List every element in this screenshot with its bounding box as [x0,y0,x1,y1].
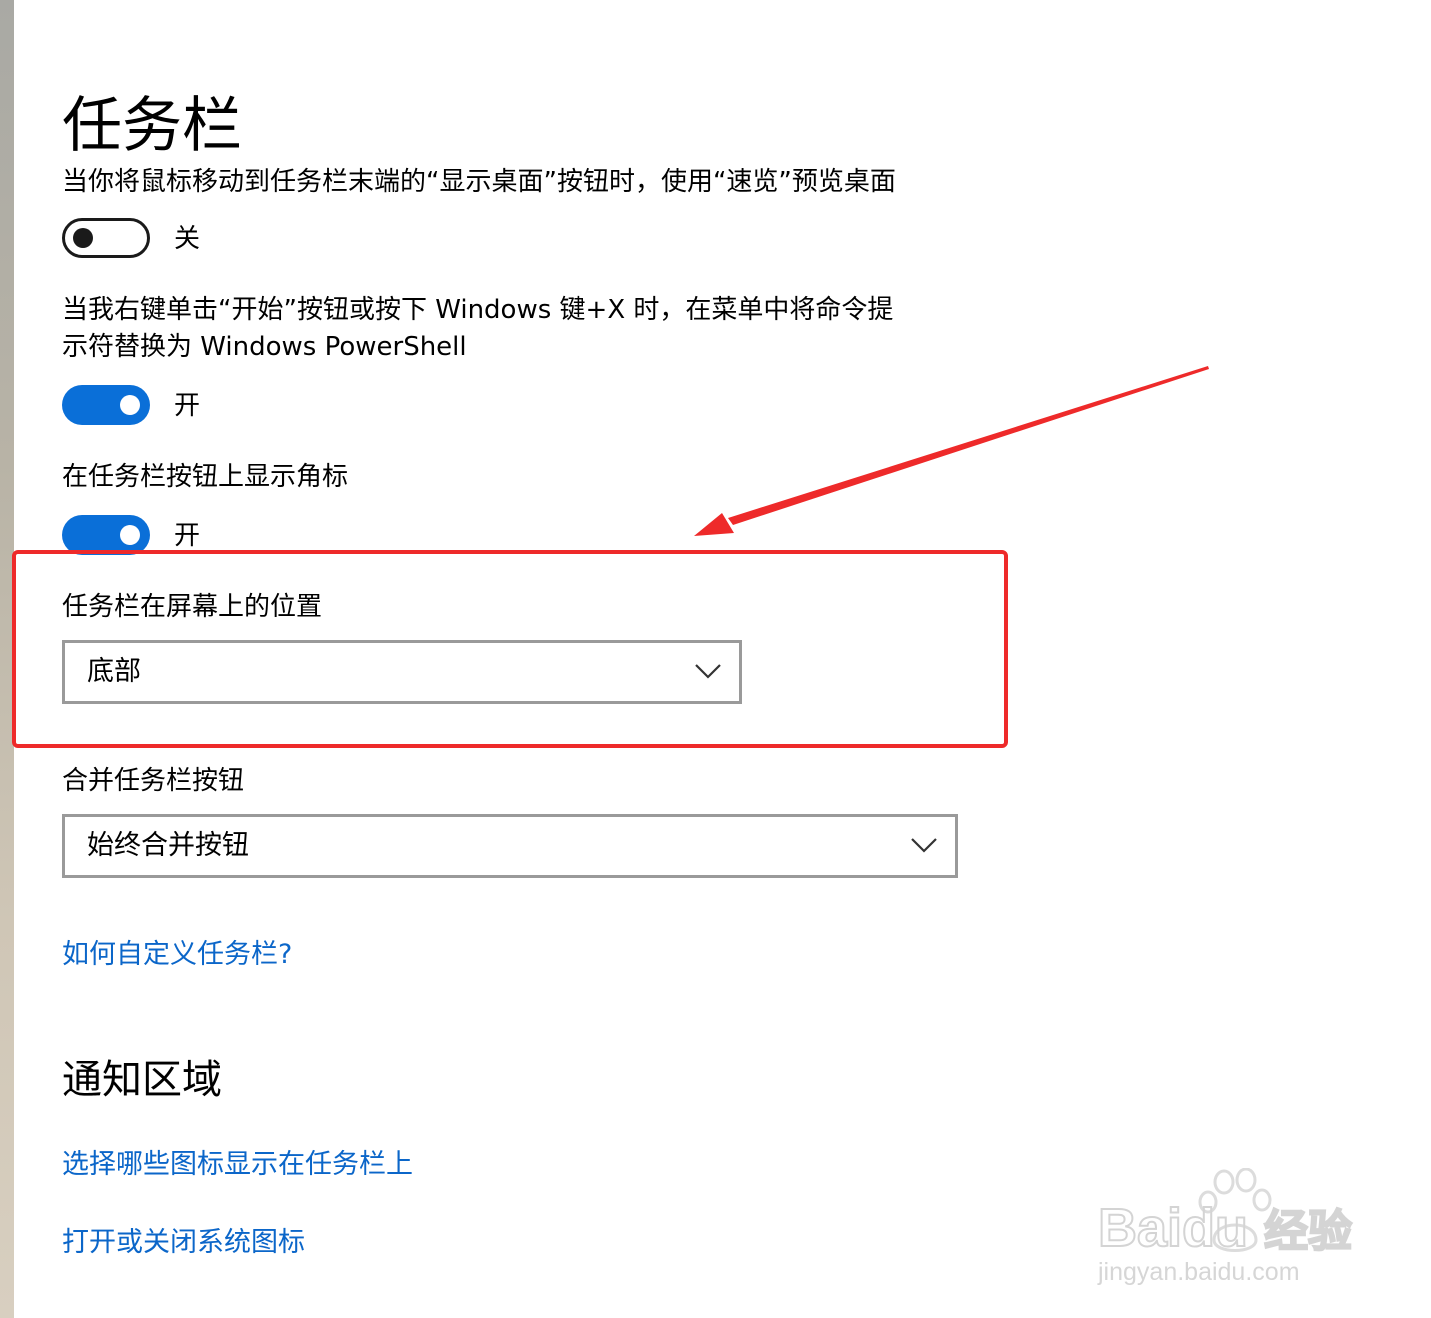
powershell-toggle[interactable] [62,385,150,425]
peek-toggle-state: 关 [174,224,201,254]
combine-setting-label: 合并任务栏按钮 [62,766,245,796]
window-left-edge [0,0,14,1318]
watermark-product: 经验 [1264,1206,1352,1257]
toggle-knob [120,395,140,415]
badges-toggle-state: 开 [174,521,201,551]
chevron-down-icon [911,838,937,853]
customize-taskbar-help-link[interactable]: 如何自定义任务栏? [62,937,292,973]
combine-dropdown[interactable]: 始终合并按钮 [62,814,958,878]
watermark-url: jingyan.baidu.com [1097,1258,1300,1286]
powershell-setting-label-line2: 示符替换为 Windows PowerShell [62,332,467,362]
powershell-setting-label-line1: 当我右键单击“开始”按钮或按下 Windows 键+X 时，在菜单中将命令提 [62,295,894,325]
position-dropdown-value: 底部 [87,656,141,687]
notification-area-title: 通知区域 [62,1057,222,1103]
position-setting-label: 任务栏在屏幕上的位置 [62,592,323,622]
system-icons-toggle-link[interactable]: 打开或关闭系统图标 [62,1225,305,1261]
powershell-toggle-state: 开 [174,391,201,421]
position-dropdown[interactable]: 底部 [62,640,742,704]
badges-toggle[interactable] [62,515,150,555]
badges-setting-label: 在任务栏按钮上显示角标 [62,462,349,492]
page-title: 任务栏 [62,91,242,161]
watermark-brand: Baidu [1098,1198,1248,1258]
chevron-down-icon [695,664,721,679]
toggle-knob [120,525,140,545]
peek-toggle[interactable] [62,218,150,258]
peek-setting-label: 当你将鼠标移动到任务栏末端的“显示桌面”按钮时，使用“速览”预览桌面 [62,167,896,197]
toggle-knob [73,228,93,248]
select-taskbar-icons-link[interactable]: 选择哪些图标显示在任务栏上 [62,1147,413,1183]
combine-dropdown-value: 始终合并按钮 [87,830,249,861]
baidu-jingyan-watermark: Baidu 经验 jingyan.baidu.com [1097,1168,1353,1286]
